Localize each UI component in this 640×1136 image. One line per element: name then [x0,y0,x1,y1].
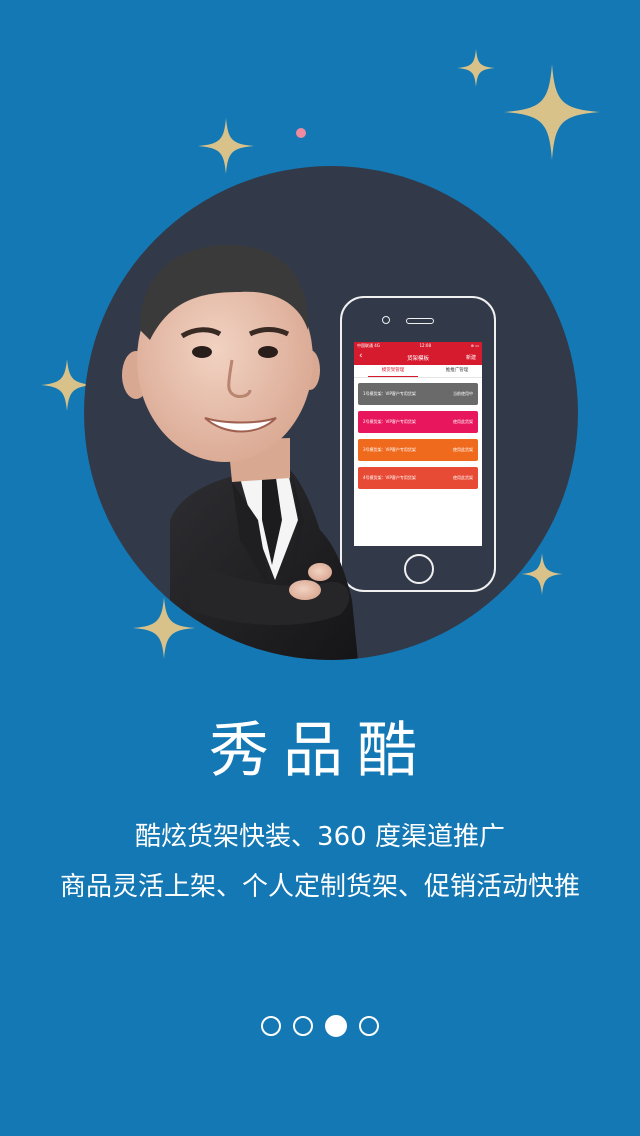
shelf-row-status: 当前使用中 [453,391,473,396]
shelf-row-status: 使用此货架 [453,475,473,480]
speaker-icon [406,318,434,324]
feature-line-1: 酷炫货架快装、360 度渠道推广 [135,822,505,852]
shelf-row-status: 使用此货架 [453,447,473,452]
shelf-row[interactable]: 2号模货架：VIP客户专用货架 使用此货架 [358,411,478,433]
battery-label: ⊕ ▭ [470,343,479,348]
tab-promotion-manage[interactable]: 推推广管理 [432,365,482,377]
shelf-row-label: 3号模货架：VIP客户专用货架 [363,447,416,452]
nav-bar: ‹ 货架模板 新建 [354,349,482,365]
shelf-row-label: 2号模货架：VIP客户专用货架 [363,419,416,424]
sparkle-star-icon [198,118,254,174]
shelf-row-label: 4号模货架：VIP客户专用货架 [363,475,416,480]
page-dot-active[interactable] [325,1015,347,1037]
time-label: 12:08 [419,343,432,348]
shelf-row[interactable]: 4号模货架：VIP客户专用货架 使用此货架 [358,467,478,489]
carrier-label: 中国联通 4G [357,342,380,348]
shelf-row[interactable]: 3号模货架：VIP客户专用货架 使用此货架 [358,439,478,461]
new-button[interactable]: 新建 [466,354,476,361]
phone-mockup: 中国联通 4G 12:08 ⊕ ▭ ‹ 货架模板 新建 模货架管理 推推广管理 … [340,296,496,592]
page-dot[interactable] [293,1016,313,1036]
illustration-circle [84,166,578,660]
page-dot[interactable] [359,1016,379,1036]
page-dot[interactable] [261,1016,281,1036]
tab-shelf-manage[interactable]: 模货架管理 [368,365,418,377]
sparkle-star-icon [457,49,495,87]
page-title: 秀品酷 [209,716,431,786]
feature-line-2: 商品灵活上架、个人定制货架、促销活动快推 [59,872,580,902]
shelf-list: 1号模货架：VIP客户专用货架 当前使用中 2号模货架：VIP客户专用货架 使用… [354,378,482,489]
home-button-icon [404,554,434,584]
page-indicator [0,1015,640,1037]
status-bar: 中国联通 4G 12:08 ⊕ ▭ [354,342,482,349]
phone-screen: 中国联通 4G 12:08 ⊕ ▭ ‹ 货架模板 新建 模货架管理 推推广管理 … [354,342,482,546]
sparkle-star-icon [504,64,600,160]
shelf-row-status: 使用此货架 [453,419,473,424]
nav-title: 货架模板 [406,356,429,362]
tab-bar: 模货架管理 推推广管理 [354,365,482,378]
decorative-dot [296,128,306,138]
shelf-row-label: 1号模货架：VIP客户专用货架 [363,391,416,396]
camera-icon [382,316,390,324]
shelf-row[interactable]: 1号模货架：VIP客户专用货架 当前使用中 [358,383,478,405]
